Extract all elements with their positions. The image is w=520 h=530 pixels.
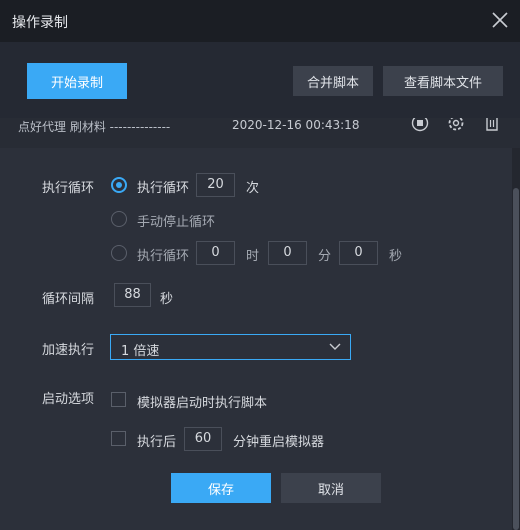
close-icon[interactable] <box>490 10 510 30</box>
record-name: 点好代理 刷材料 -------------- <box>18 120 171 134</box>
minutes-unit: 分 <box>318 249 332 264</box>
cancel-button[interactable]: 取消 <box>281 473 381 503</box>
record-time: 2020-12-16 00:43:18 <box>232 118 360 132</box>
loop-count-input[interactable]: 20 <box>196 173 235 197</box>
restart-suffix-label: 分钟重启模拟器 <box>233 435 325 450</box>
window-title: 操作录制 <box>12 15 68 31</box>
restart-minutes-input[interactable]: 60 <box>184 427 222 451</box>
loop-timed-label: 执行循环 <box>137 249 190 264</box>
view-script-file-button[interactable]: 查看脚本文件 <box>383 66 503 96</box>
interval-label: 循环间隔 <box>42 292 95 307</box>
gear-icon[interactable] <box>447 118 465 134</box>
trash-icon[interactable] <box>483 118 501 134</box>
loop-count-radio[interactable] <box>111 177 127 193</box>
seconds-input[interactable]: 0 <box>339 241 378 265</box>
manual-stop-radio[interactable] <box>111 211 127 227</box>
interval-input[interactable]: 88 <box>114 283 151 307</box>
loop-timed-radio[interactable] <box>111 245 127 261</box>
scrollbar[interactable] <box>512 148 520 530</box>
title-bar: 操作录制 <box>0 0 520 42</box>
save-button[interactable]: 保存 <box>171 473 271 503</box>
speed-select-value: 1 倍速 <box>121 344 160 359</box>
restart-checkbox[interactable] <box>111 431 126 446</box>
hours-input[interactable]: 0 <box>196 241 235 265</box>
interval-unit: 秒 <box>160 292 174 307</box>
toolbar: 开始录制 合并脚本 查看脚本文件 <box>0 42 520 118</box>
seconds-unit: 秒 <box>389 249 403 264</box>
merge-script-button[interactable]: 合并脚本 <box>293 66 373 96</box>
loop-count-unit: 次 <box>246 181 260 196</box>
restart-prefix-label: 执行后 <box>137 435 177 450</box>
hours-unit: 时 <box>246 249 260 264</box>
loop-count-label: 执行循环 <box>137 181 190 196</box>
minutes-input[interactable]: 0 <box>268 241 307 265</box>
speed-label: 加速执行 <box>42 343 95 358</box>
startup-label: 启动选项 <box>42 392 95 407</box>
chevron-down-icon <box>329 343 341 350</box>
start-record-button[interactable]: 开始录制 <box>27 63 127 99</box>
run-on-start-checkbox[interactable] <box>111 392 126 407</box>
stop-icon[interactable] <box>411 118 429 134</box>
speed-select[interactable]: 1 倍速 <box>110 334 351 360</box>
scrollbar-thumb[interactable] <box>513 188 519 530</box>
manual-stop-label: 手动停止循环 <box>137 215 216 230</box>
record-row[interactable]: 点好代理 刷材料 -------------- 2020-12-16 00:43… <box>0 118 520 148</box>
run-on-start-label: 模拟器启动时执行脚本 <box>137 396 268 411</box>
loop-label: 执行循环 <box>42 181 95 196</box>
